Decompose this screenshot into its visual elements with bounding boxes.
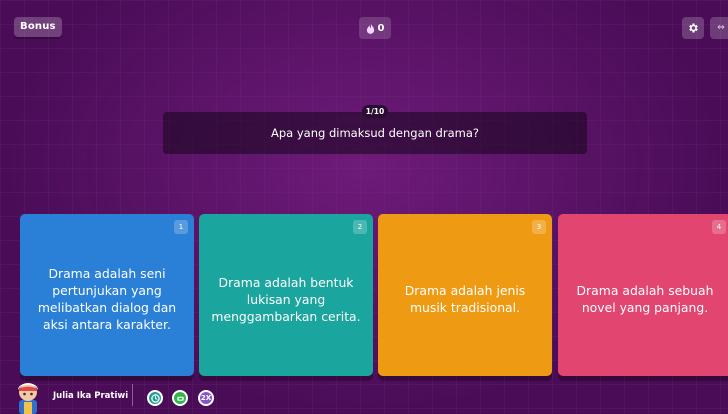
option-label: Drama adalah bentuk lukisan yang menggam… — [211, 274, 361, 324]
streak-counter: 0 — [359, 17, 391, 39]
answer-option-1[interactable]: 1 Drama adalah seni pertunjukan yang mel… — [20, 214, 194, 376]
streak-count: 0 — [377, 22, 385, 34]
option-number: 1 — [174, 220, 188, 234]
fullscreen-button[interactable]: ⇔ — [710, 17, 728, 39]
question-text: Apa yang dimaksud dengan drama? — [271, 126, 479, 140]
2x-powerup-button[interactable]: 2X — [198, 390, 214, 406]
flame-icon — [366, 22, 374, 34]
powerup-button[interactable] — [172, 390, 188, 406]
top-bar: Bonus 0 ⇔ — [0, 0, 728, 44]
avatar-icon — [18, 383, 38, 414]
settings-button[interactable] — [682, 17, 704, 39]
option-label: Drama adalah jenis musik tradisional. — [404, 283, 526, 315]
timer-powerup-icon — [150, 393, 160, 403]
answer-option-2[interactable]: 2 Drama adalah bentuk lukisan yang mengg… — [199, 214, 373, 376]
gear-icon — [689, 23, 698, 33]
question-counter: 1/10 — [362, 105, 388, 118]
answer-option-3[interactable]: 3 Drama adalah jenis musik tradisional. — [378, 214, 552, 376]
bonus-button[interactable]: Bonus — [14, 17, 62, 37]
option-label: Drama adalah sebuah novel yang panjang. — [576, 283, 714, 315]
player-name: Julia Ika Pratiwi — [53, 391, 129, 401]
option-number: 4 — [712, 220, 726, 234]
option-number: 3 — [532, 220, 546, 234]
timer-powerup-button[interactable] — [147, 390, 163, 406]
answer-option-4[interactable]: 4 Drama adalah sebuah novel yang panjang… — [558, 214, 728, 376]
question-panel: Apa yang dimaksud dengan drama? — [163, 112, 587, 154]
option-number: 2 — [353, 220, 367, 234]
expand-arrows-icon: ⇔ — [717, 23, 725, 33]
divider — [132, 384, 133, 406]
option-label: Drama adalah seni pertunjukan yang melib… — [37, 266, 177, 332]
2x-powerup-icon: 2X — [200, 394, 212, 402]
powerup-icon — [176, 396, 184, 401]
